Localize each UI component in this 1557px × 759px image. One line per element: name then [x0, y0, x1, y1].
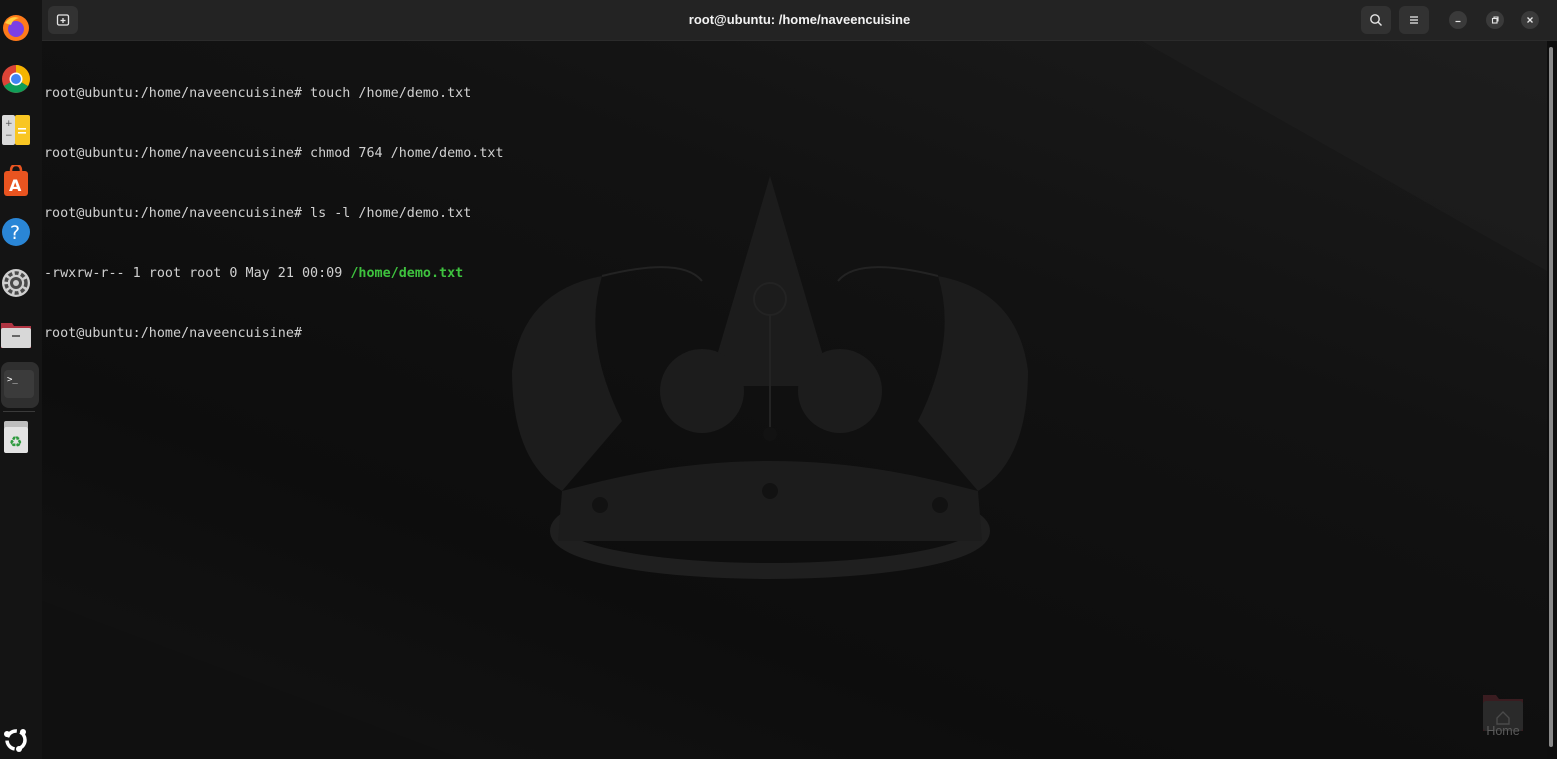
command-text: ls -l /home/demo.txt: [301, 206, 472, 221]
terminal-scrollbar[interactable]: [1547, 41, 1557, 759]
shell-prompt: root@ubuntu:/home/naveencuisine#: [44, 86, 302, 101]
terminal-line: root@ubuntu:/home/naveencuisine#: [44, 324, 504, 344]
dock: + − A ? >_ ♻: [0, 0, 42, 759]
search-icon: [1370, 14, 1382, 26]
files-icon[interactable]: [0, 318, 32, 350]
shell-prompt: root@ubuntu:/home/naveencuisine#: [44, 206, 302, 221]
show-apps-icon[interactable]: [0, 724, 32, 756]
ls-output-filename: /home/demo.txt: [350, 266, 464, 281]
command-text: chmod 764 /home/demo.txt: [301, 146, 504, 161]
terminal-output: root@ubuntu:/home/naveencuisine# touch /…: [44, 44, 504, 384]
window-titlebar: root@ubuntu: /home/naveencuisine: [42, 0, 1557, 41]
text-editor-icon[interactable]: + −: [0, 114, 32, 146]
trash-icon[interactable]: ♻: [0, 421, 32, 453]
terminal-area[interactable]: root@ubuntu:/home/naveencuisine# touch /…: [42, 41, 1547, 759]
firefox-icon[interactable]: [0, 12, 32, 44]
svg-text:−: −: [5, 131, 13, 141]
window-title: root@ubuntu: /home/naveencuisine: [688, 12, 911, 27]
terminal-icon[interactable]: >_: [3, 368, 35, 400]
svg-text:A: A: [9, 176, 22, 195]
settings-icon[interactable]: [0, 267, 32, 299]
command-text: touch /home/demo.txt: [301, 86, 472, 101]
shell-prompt: root@ubuntu:/home/naveencuisine#: [44, 146, 302, 161]
app-center-icon[interactable]: A: [0, 165, 32, 197]
chrome-icon[interactable]: [0, 63, 32, 95]
close-icon: [1527, 17, 1533, 23]
restore-button[interactable]: [1486, 11, 1504, 29]
help-icon[interactable]: ?: [0, 216, 32, 248]
terminal-line: root@ubuntu:/home/naveencuisine# chmod 7…: [44, 144, 504, 164]
home-folder-label: Home: [1486, 724, 1520, 738]
minimize-button[interactable]: [1449, 11, 1467, 29]
menu-button[interactable]: [1399, 6, 1429, 34]
shell-prompt: root@ubuntu:/home/naveencuisine#: [44, 326, 302, 341]
minimize-icon: [1455, 20, 1461, 23]
hamburger-menu-icon: [1410, 16, 1418, 24]
ls-output-text: -rwxrw-r-- 1 root root 0 May 21 00:09: [44, 266, 351, 281]
svg-text:♻: ♻: [9, 433, 22, 451]
scrollbar-thumb[interactable]: [1549, 47, 1553, 747]
dock-separator: [3, 411, 35, 412]
search-button[interactable]: [1361, 6, 1391, 34]
svg-text:>_: >_: [7, 375, 18, 385]
svg-text:?: ?: [10, 222, 20, 244]
svg-text:+: +: [5, 119, 13, 129]
close-button[interactable]: [1521, 11, 1539, 29]
terminal-line: root@ubuntu:/home/naveencuisine# touch /…: [44, 84, 504, 104]
restore-icon: [1491, 16, 1499, 24]
terminal-line: -rwxrw-r-- 1 root root 0 May 21 00:09 /h…: [44, 264, 504, 284]
terminal-line: root@ubuntu:/home/naveencuisine# ls -l /…: [44, 204, 504, 224]
